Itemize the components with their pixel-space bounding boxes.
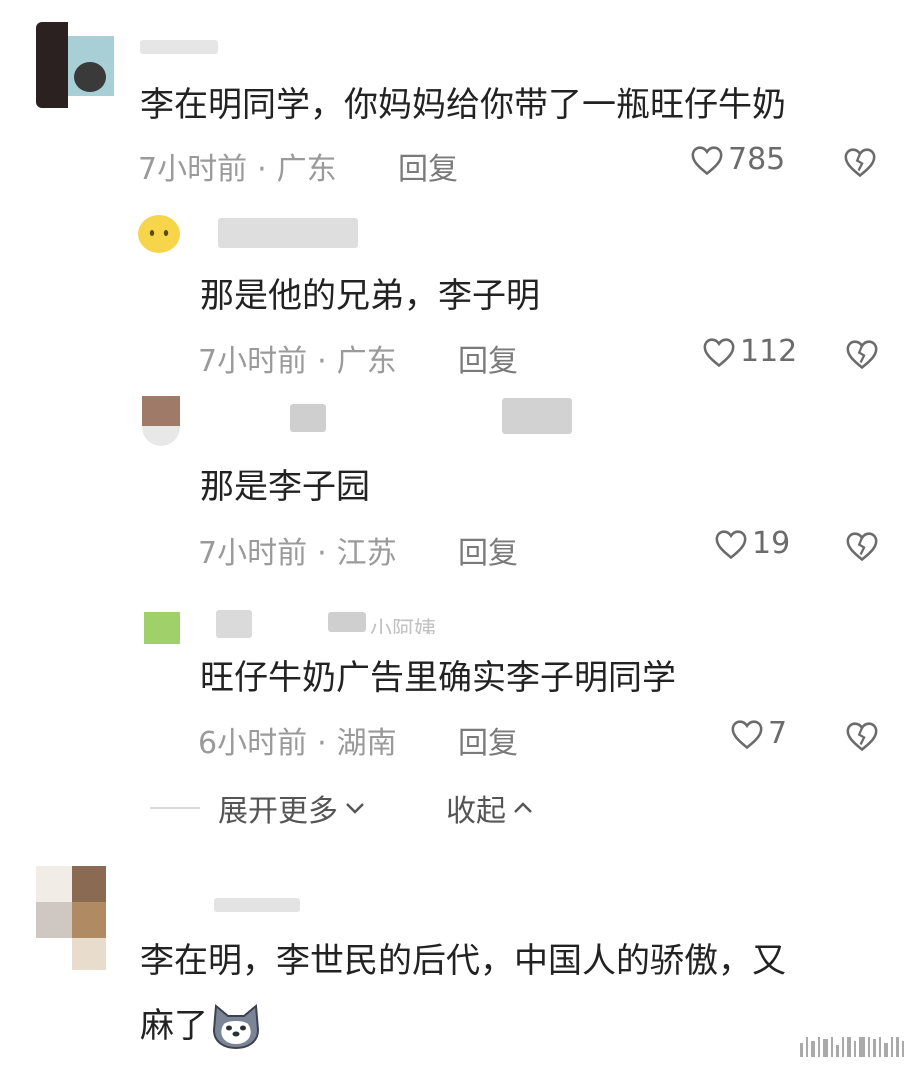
like-button[interactable]: 785 <box>690 142 785 177</box>
comment-text: 李在明同学，你妈妈给你带了一瓶旺仔牛奶 <box>140 85 786 125</box>
collapse-button[interactable]: 收起 <box>446 786 534 830</box>
comment-meta: 7小时前 · 广东 <box>138 144 337 188</box>
avatar[interactable] <box>36 866 116 970</box>
comment-time: 7小时前 <box>198 536 308 571</box>
comment-meta: 6小时前 · 湖南 <box>198 718 397 762</box>
like-button[interactable]: 7 <box>730 716 787 751</box>
username-redacted[interactable] <box>140 40 218 54</box>
comment-text: 那是他的兄弟，李子明 <box>200 276 540 316</box>
like-button[interactable]: 19 <box>714 526 790 561</box>
replies-toggle-bar: 展开更多 收起 <box>150 783 534 833</box>
broken-heart-icon <box>846 722 878 752</box>
comment-location: 广东 <box>276 152 337 187</box>
like-count: 19 <box>752 526 791 561</box>
like-count: 112 <box>740 334 798 369</box>
username-redacted[interactable] <box>216 610 252 638</box>
heart-outline-icon <box>691 145 723 175</box>
avatar[interactable] <box>136 212 182 254</box>
avatar[interactable] <box>36 22 114 108</box>
broken-heart-icon <box>846 340 878 370</box>
divider <box>150 807 200 809</box>
reply-button[interactable]: 回复 <box>398 144 458 188</box>
reply-button[interactable]: 回复 <box>458 718 518 762</box>
collapse-label: 收起 <box>446 794 506 829</box>
reply-button[interactable]: 回复 <box>458 336 518 380</box>
comment-text-line1: 李在明，李世民的后代，中国人的骄傲，又 <box>140 941 786 981</box>
reply-button[interactable]: 回复 <box>458 528 518 572</box>
comment-text: 那是李子园 <box>200 467 370 507</box>
dislike-button[interactable] <box>843 146 877 178</box>
dislike-button[interactable] <box>845 530 879 562</box>
heart-outline-icon <box>703 337 735 367</box>
username-redacted[interactable] <box>328 612 366 632</box>
username-redacted[interactable] <box>502 398 572 434</box>
comment-meta: 7小时前 · 江苏 <box>198 528 397 572</box>
smiley-face-icon <box>138 215 180 253</box>
husky-dog-emoji <box>212 1004 260 1050</box>
username-redacted[interactable] <box>218 218 358 248</box>
like-count: 785 <box>728 142 786 177</box>
separator: · <box>257 152 267 187</box>
comment-location: 湖南 <box>336 726 397 761</box>
comment-text: 旺仔牛奶广告里确实李子明同学 <box>200 658 676 698</box>
comment-meta: 7小时前 · 广东 <box>198 336 397 380</box>
comment-time: 7小时前 <box>138 152 248 187</box>
separator: · <box>317 344 327 379</box>
username-redacted[interactable] <box>290 404 326 432</box>
expand-more-button[interactable]: 展开更多 <box>218 786 366 830</box>
username-redacted[interactable] <box>214 898 300 912</box>
heart-outline-icon <box>715 529 747 559</box>
expand-more-label: 展开更多 <box>218 794 338 829</box>
separator: · <box>317 536 327 571</box>
avatar[interactable] <box>142 396 180 446</box>
username[interactable]: 小阿姨 <box>370 612 436 634</box>
dislike-button[interactable] <box>845 720 879 752</box>
comment-location: 江苏 <box>336 536 397 571</box>
separator: · <box>317 726 327 761</box>
chevron-up-icon <box>514 802 532 813</box>
chevron-down-icon <box>346 803 364 814</box>
comment-location: 广东 <box>336 344 397 379</box>
watermark-logo <box>800 1037 904 1057</box>
avatar[interactable] <box>142 598 182 644</box>
comment-time: 6小时前 <box>198 726 308 761</box>
heart-outline-icon <box>731 719 763 749</box>
comment-time: 7小时前 <box>198 344 308 379</box>
dislike-button[interactable] <box>845 338 879 370</box>
like-count: 7 <box>768 716 788 751</box>
like-button[interactable]: 112 <box>702 334 797 369</box>
comment-text-line2-text: 麻了 <box>140 1006 208 1046</box>
broken-heart-icon <box>846 532 878 562</box>
broken-heart-icon <box>844 148 876 178</box>
comment-text-line2: 麻了 <box>140 1002 262 1050</box>
